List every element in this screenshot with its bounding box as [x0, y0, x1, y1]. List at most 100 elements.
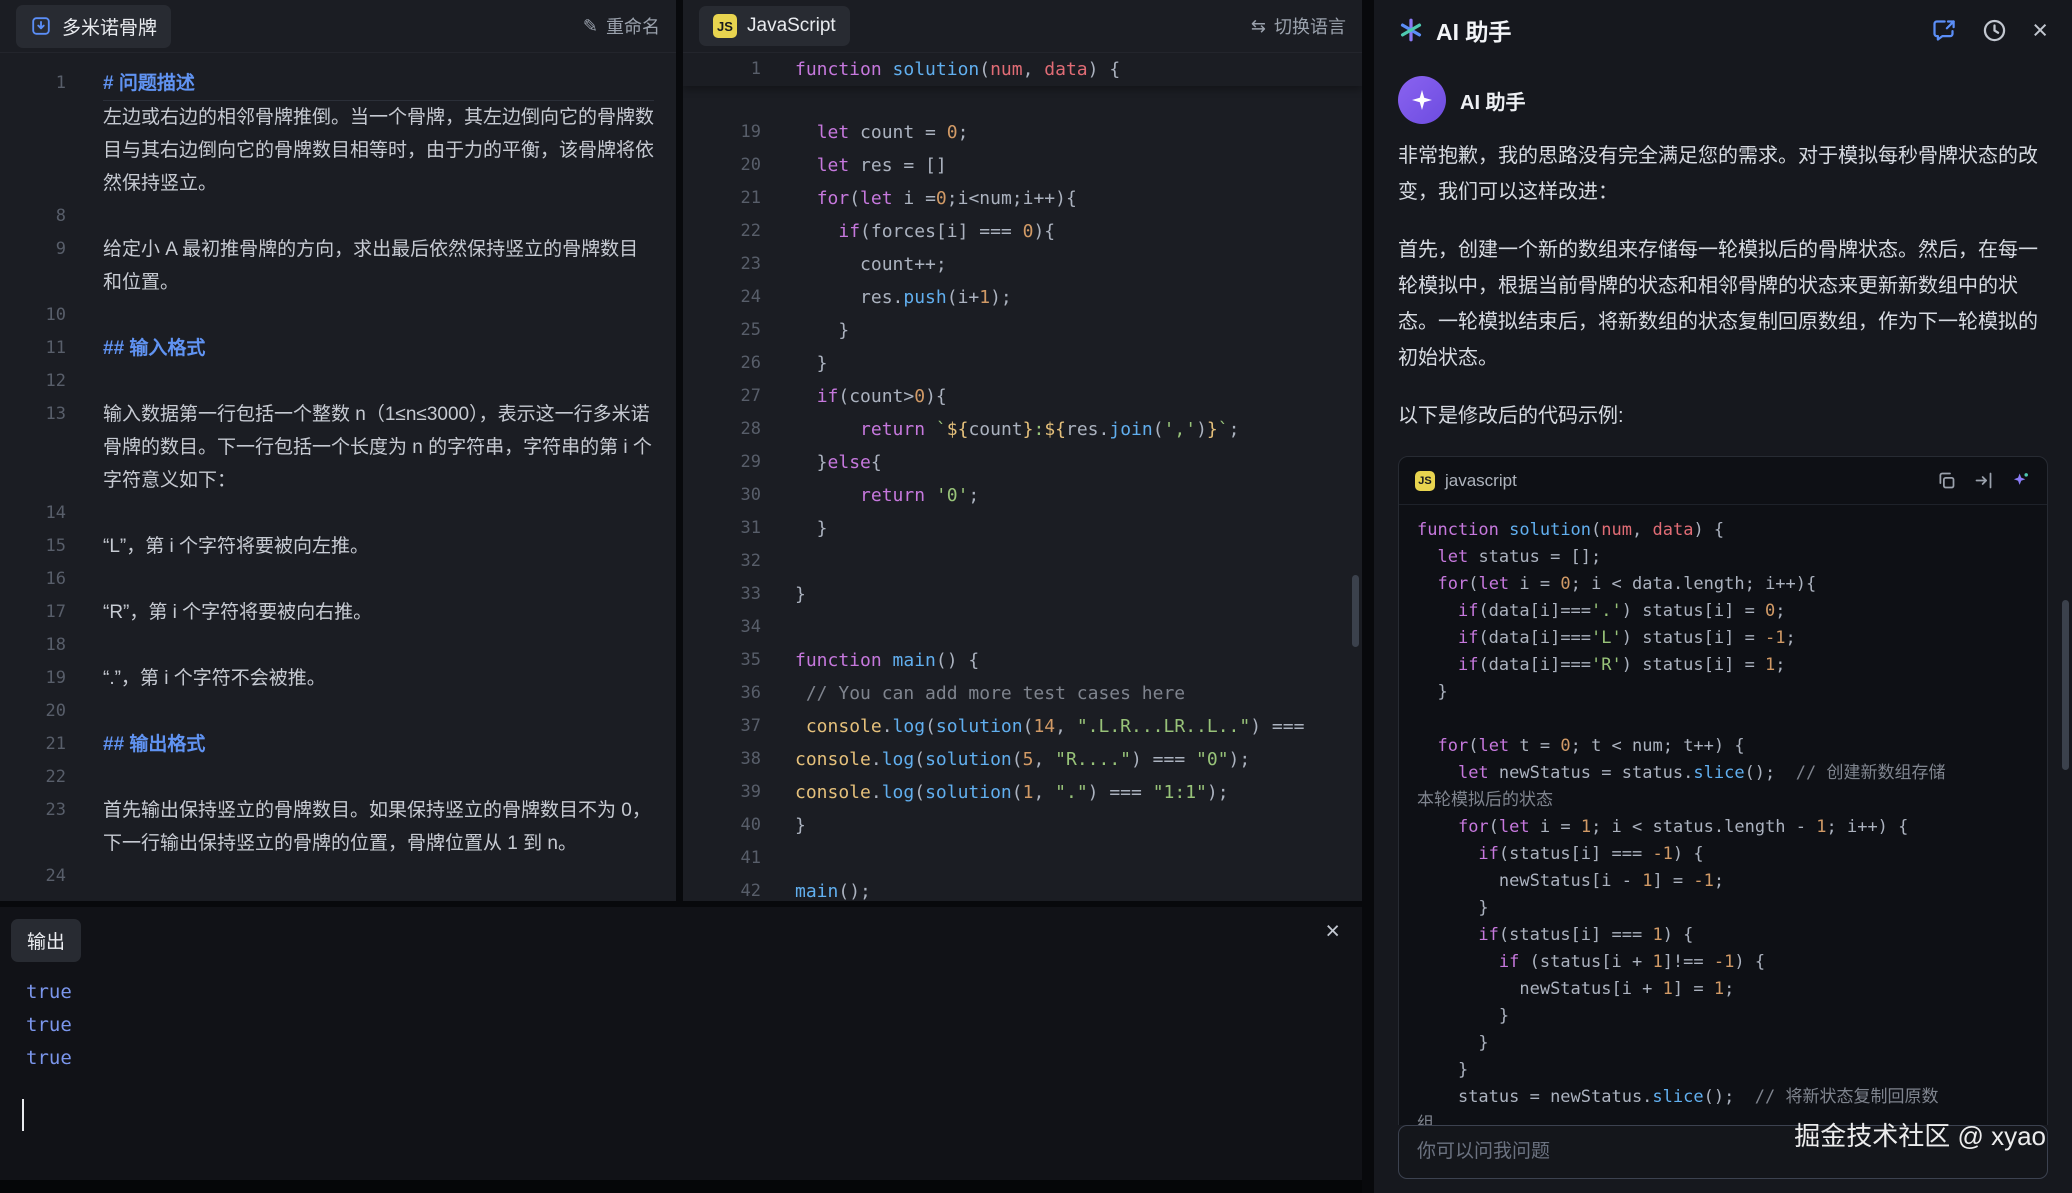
line-number: 10	[0, 299, 66, 332]
ai-scrollbar[interactable]	[2062, 600, 2069, 770]
ai-code-line: }	[1417, 895, 2029, 922]
sticky-code-line: 1function solution(num, data) {	[683, 53, 1362, 86]
line-number: 14	[0, 497, 66, 530]
problem-line: 14	[0, 497, 676, 530]
problem-line: 17“R”，第 i 个字符将要被向右推。	[0, 596, 676, 629]
problem-line: 23首先输出保持竖立的骨牌数目。如果保持竖立的骨牌数目不为 0，下一行输出保持竖…	[0, 794, 676, 860]
line-number: 33	[683, 578, 761, 611]
ai-code-line: }	[1417, 679, 2029, 706]
code-line: 23 count++;	[683, 248, 1362, 281]
code-text: }	[795, 347, 1362, 380]
code-text	[795, 611, 1362, 644]
editor-scrollbar[interactable]	[1352, 575, 1359, 647]
line-number: 26	[683, 347, 761, 380]
panels-row: 多米诺骨牌 ✎ 重命名 1# 问题描述左边或右边的相邻骨牌推倒。当一个骨牌，其左…	[0, 0, 1362, 901]
output-title-chip: 输出	[11, 919, 81, 962]
line-number: 18	[0, 629, 66, 662]
javascript-icon: JS	[1415, 471, 1435, 491]
switch-language-label: 切换语言	[1274, 13, 1346, 39]
ai-message-text: 非常抱歉，我的思路没有完全满足您的需求。对于模拟每秒骨牌状态的改变，我们可以这样…	[1398, 138, 2048, 434]
code-line: 30 return '0';	[683, 479, 1362, 512]
ai-code-actions	[1936, 470, 2031, 491]
output-panel: 输出 × truetruetrue	[0, 907, 1362, 1193]
ai-question-input[interactable]	[1398, 1125, 2048, 1179]
line-number: 35	[683, 644, 761, 677]
code-line: 29 }else{	[683, 446, 1362, 479]
ai-code-lang-row: JS javascript	[1415, 471, 1517, 491]
problem-text	[103, 200, 654, 233]
code-text: console.log(solution(14, ".L.R...LR..L..…	[795, 710, 1362, 743]
ai-code-line: let newStatus = status.slice(); // 创建新数组…	[1417, 760, 2029, 787]
line-number: 39	[683, 776, 761, 809]
code-line: 41	[683, 842, 1362, 875]
problem-content[interactable]: 1# 问题描述左边或右边的相邻骨牌推倒。当一个骨牌，其左边倒向它的骨牌数目与其右…	[0, 53, 676, 901]
ai-code-line: if(data[i]==='R') status[i] = 1;	[1417, 652, 2029, 679]
problem-panel: 多米诺骨牌 ✎ 重命名 1# 问题描述左边或右边的相邻骨牌推倒。当一个骨牌，其左…	[0, 0, 676, 901]
problem-line: 15“L”，第 i 个字符将要被向左推。	[0, 530, 676, 563]
ai-code-line: for(let i = 0; i < data.length; i++){	[1417, 571, 2029, 598]
problem-line: 8	[0, 200, 676, 233]
problem-text	[103, 365, 654, 398]
ai-paragraph: 首先，创建一个新的数组来存储每一轮模拟后的骨牌状态。然后，在每一轮模拟中，根据当…	[1398, 232, 2048, 376]
line-number: 24	[683, 281, 761, 314]
problem-text	[103, 563, 654, 596]
insert-code-icon[interactable]	[1973, 470, 1994, 491]
output-close-button[interactable]: ×	[1325, 919, 1340, 944]
line-number: 28	[683, 413, 761, 446]
problem-text	[103, 761, 654, 794]
magic-sparkle-icon[interactable]	[2010, 470, 2031, 491]
line-number: 22	[0, 761, 66, 794]
code-text: count++;	[795, 248, 1362, 281]
code-text: }else{	[795, 446, 1362, 479]
ai-code-line: let status = [];	[1417, 544, 2029, 571]
code-text: return '0';	[795, 479, 1362, 512]
line-number: 15	[0, 530, 66, 563]
new-chat-button[interactable]	[1930, 17, 1957, 44]
problem-text: 输入数据第一行包括一个整数 n（1≤n≤3000），表示这一行多米诺骨牌的数目。…	[103, 398, 654, 497]
code-text: for(let i =0;i<num;i++){	[795, 182, 1362, 215]
language-label: JavaScript	[747, 15, 836, 37]
code-text: console.log(solution(5, "R....") === "0"…	[795, 743, 1362, 776]
line-number: 20	[0, 695, 66, 728]
problem-text	[103, 497, 654, 530]
problem-header: 多米诺骨牌 ✎ 重命名	[0, 0, 676, 53]
code-text: }	[795, 578, 1362, 611]
line-number: 19	[0, 662, 66, 695]
code-line: 40}	[683, 809, 1362, 842]
problem-text: # 问题描述	[103, 67, 654, 101]
code-line: 20 let res = []	[683, 149, 1362, 182]
ai-code-content: function solution(num, data) { let statu…	[1399, 505, 2047, 1125]
code-line: 19 let count = 0;	[683, 116, 1362, 149]
problem-line: 左边或右边的相邻骨牌推倒。当一个骨牌，其左边倒向它的骨牌数目与其右边倒向它的骨牌…	[0, 101, 676, 200]
code-line: 24 res.push(i+1);	[683, 281, 1362, 314]
line-number: 37	[683, 710, 761, 743]
history-icon[interactable]	[1981, 17, 2008, 44]
problem-line: 11## 输入格式	[0, 332, 676, 365]
ai-code-line: newStatus[i - 1] = -1;	[1417, 868, 2029, 895]
ai-code-line: function solution(num, data) {	[1417, 517, 2029, 544]
ai-code-line: 本轮模拟后的状态	[1417, 787, 2029, 814]
code-text: function main() {	[795, 644, 1362, 677]
line-number: 21	[683, 182, 761, 215]
copy-icon[interactable]	[1936, 470, 1957, 491]
code-editor[interactable]: 1function solution(num, data) { 19 let c…	[683, 53, 1362, 901]
line-number: 42	[683, 875, 761, 901]
ai-close-button[interactable]: ×	[2032, 17, 2048, 44]
ai-actions: ×	[1930, 17, 2048, 44]
output-line: true	[26, 1009, 1362, 1042]
code-text: // You can add more test cases here	[795, 677, 1362, 710]
ai-code-line: for(let t = 0; t < num; t++) {	[1417, 733, 2029, 760]
ai-avatar	[1398, 76, 1446, 124]
line-number: 32	[683, 545, 761, 578]
line-number: 9	[0, 233, 66, 266]
ai-title-row: AI 助手	[1398, 13, 1511, 47]
code-text: let res = []	[795, 149, 1362, 182]
line-number: 23	[683, 248, 761, 281]
code-text	[795, 842, 1362, 875]
problem-line: 13输入数据第一行包括一个整数 n（1≤n≤3000），表示这一行多米诺骨牌的数…	[0, 398, 676, 497]
ai-conversation[interactable]: AI 助手 非常抱歉，我的思路没有完全满足您的需求。对于模拟每秒骨牌状态的改变，…	[1374, 60, 2072, 1125]
code-text: res.push(i+1);	[795, 281, 1362, 314]
switch-language-button[interactable]: ⇆ 切换语言	[1251, 13, 1346, 39]
rename-button[interactable]: ✎ 重命名	[583, 13, 660, 39]
code-text	[795, 545, 1362, 578]
